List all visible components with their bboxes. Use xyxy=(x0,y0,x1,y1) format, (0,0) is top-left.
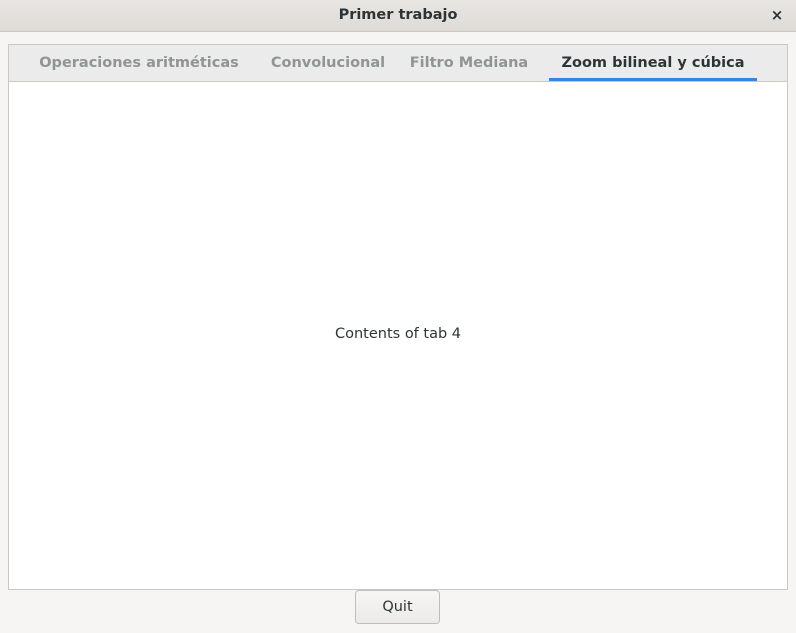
app-window: Primer trabajo × Operaciones aritméticas… xyxy=(0,0,796,633)
tab-operaciones-aritmeticas[interactable]: Operaciones aritméticas xyxy=(21,45,257,81)
close-icon[interactable]: × xyxy=(768,6,786,24)
tab-notebook: Operaciones aritméticas Convolucional Fi… xyxy=(8,44,788,590)
tab-content-label: Contents of tab 4 xyxy=(334,326,462,342)
titlebar[interactable]: Primer trabajo × xyxy=(0,0,796,32)
quit-button[interactable]: Quit xyxy=(355,590,440,624)
tab-filtro-mediana[interactable]: Filtro Mediana xyxy=(401,45,537,81)
tab-bar: Operaciones aritméticas Convolucional Fi… xyxy=(9,45,787,82)
tab-zoom-bilineal-cubica[interactable]: Zoom bilineal y cúbica xyxy=(549,45,757,81)
tab-convolucional[interactable]: Convolucional xyxy=(255,45,401,81)
tab-content-panel: Contents of tab 4 xyxy=(9,82,787,589)
window-title: Primer trabajo xyxy=(338,7,458,23)
